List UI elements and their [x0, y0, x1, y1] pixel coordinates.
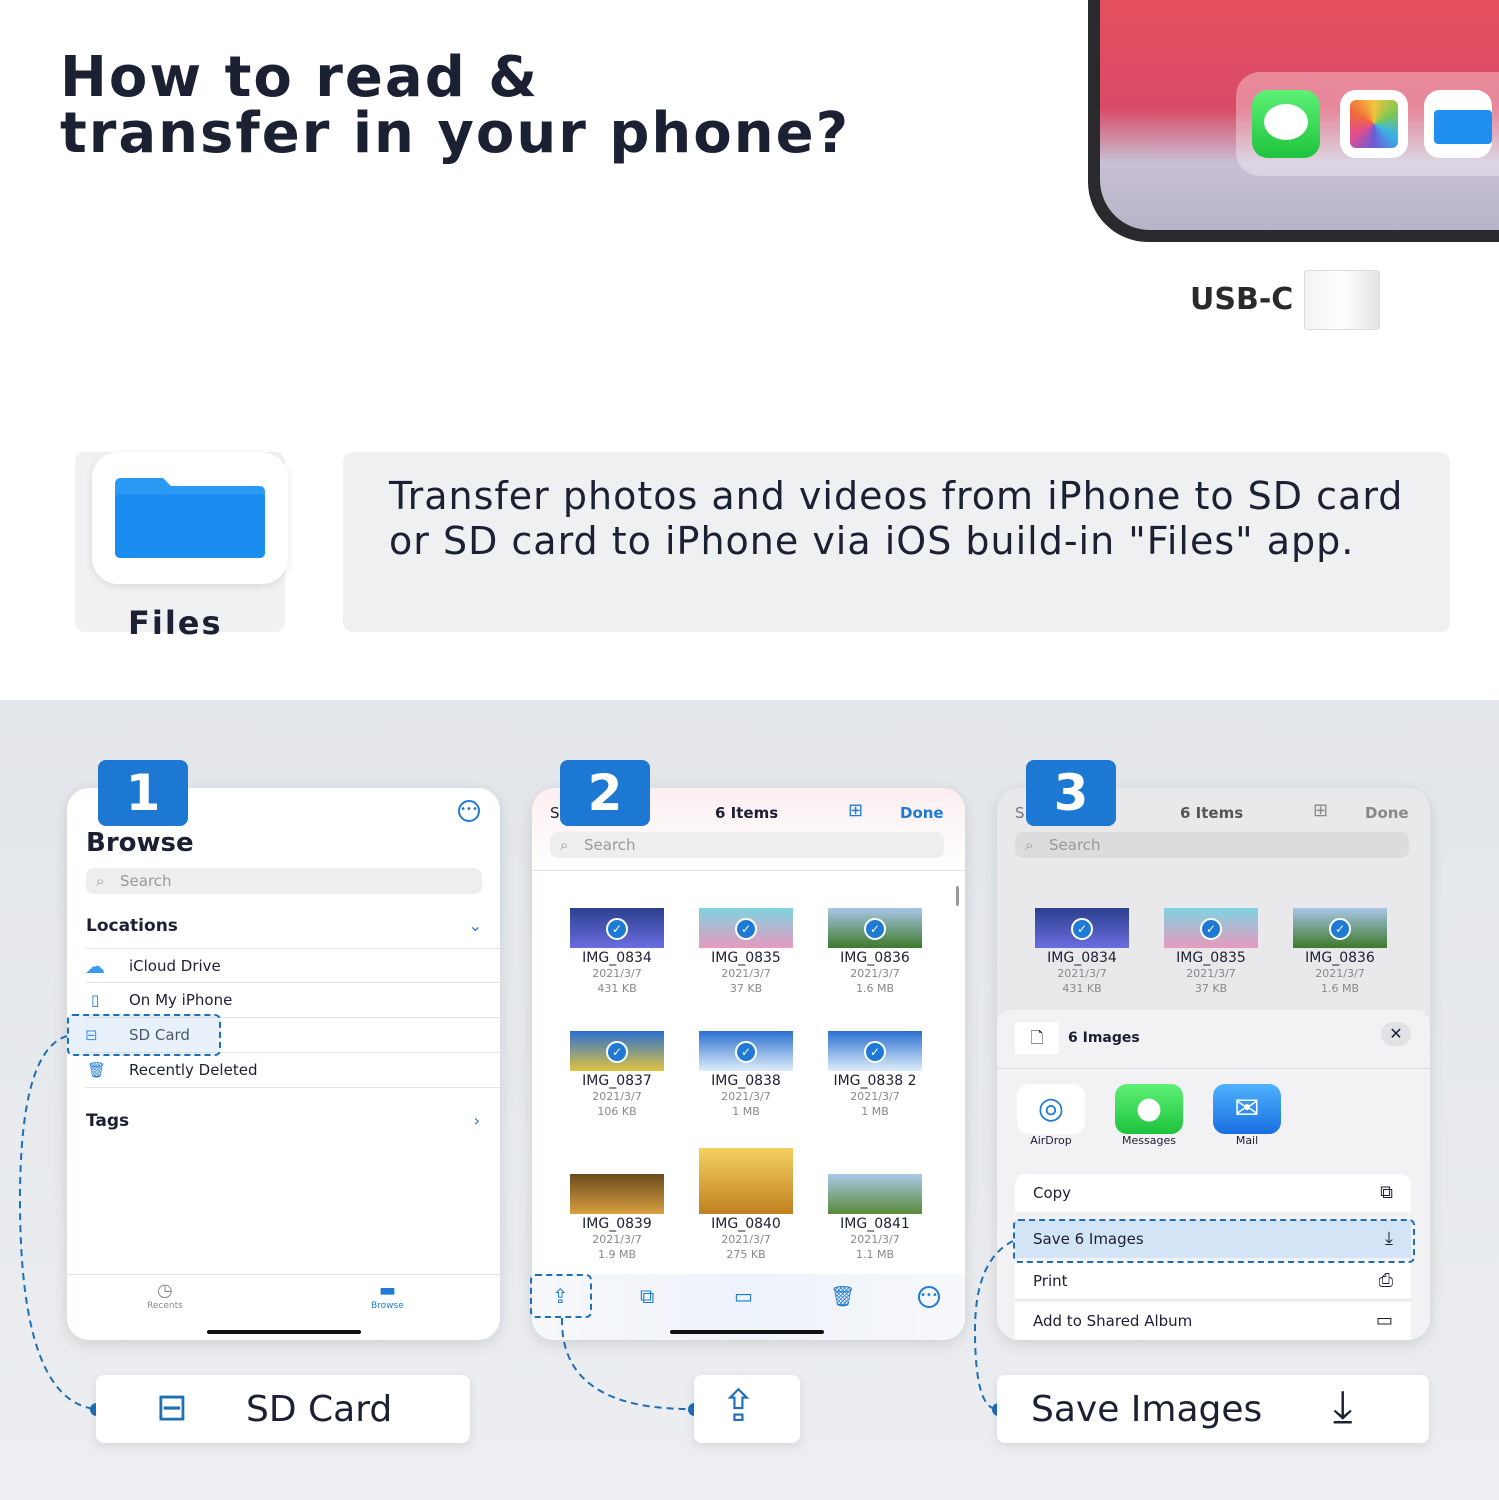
- drive-icon: ⊟: [156, 1385, 188, 1429]
- callout-save-images: Save Images ⤓: [997, 1375, 1429, 1443]
- dashed-connectors: [18, 1035, 1014, 1410]
- callout-share: ⇪: [694, 1375, 800, 1443]
- callout-sd-card: ⊟ SD Card: [96, 1375, 470, 1443]
- share-icon: ⇪: [720, 1381, 757, 1432]
- save-icon: ⤓: [1333, 1381, 1353, 1432]
